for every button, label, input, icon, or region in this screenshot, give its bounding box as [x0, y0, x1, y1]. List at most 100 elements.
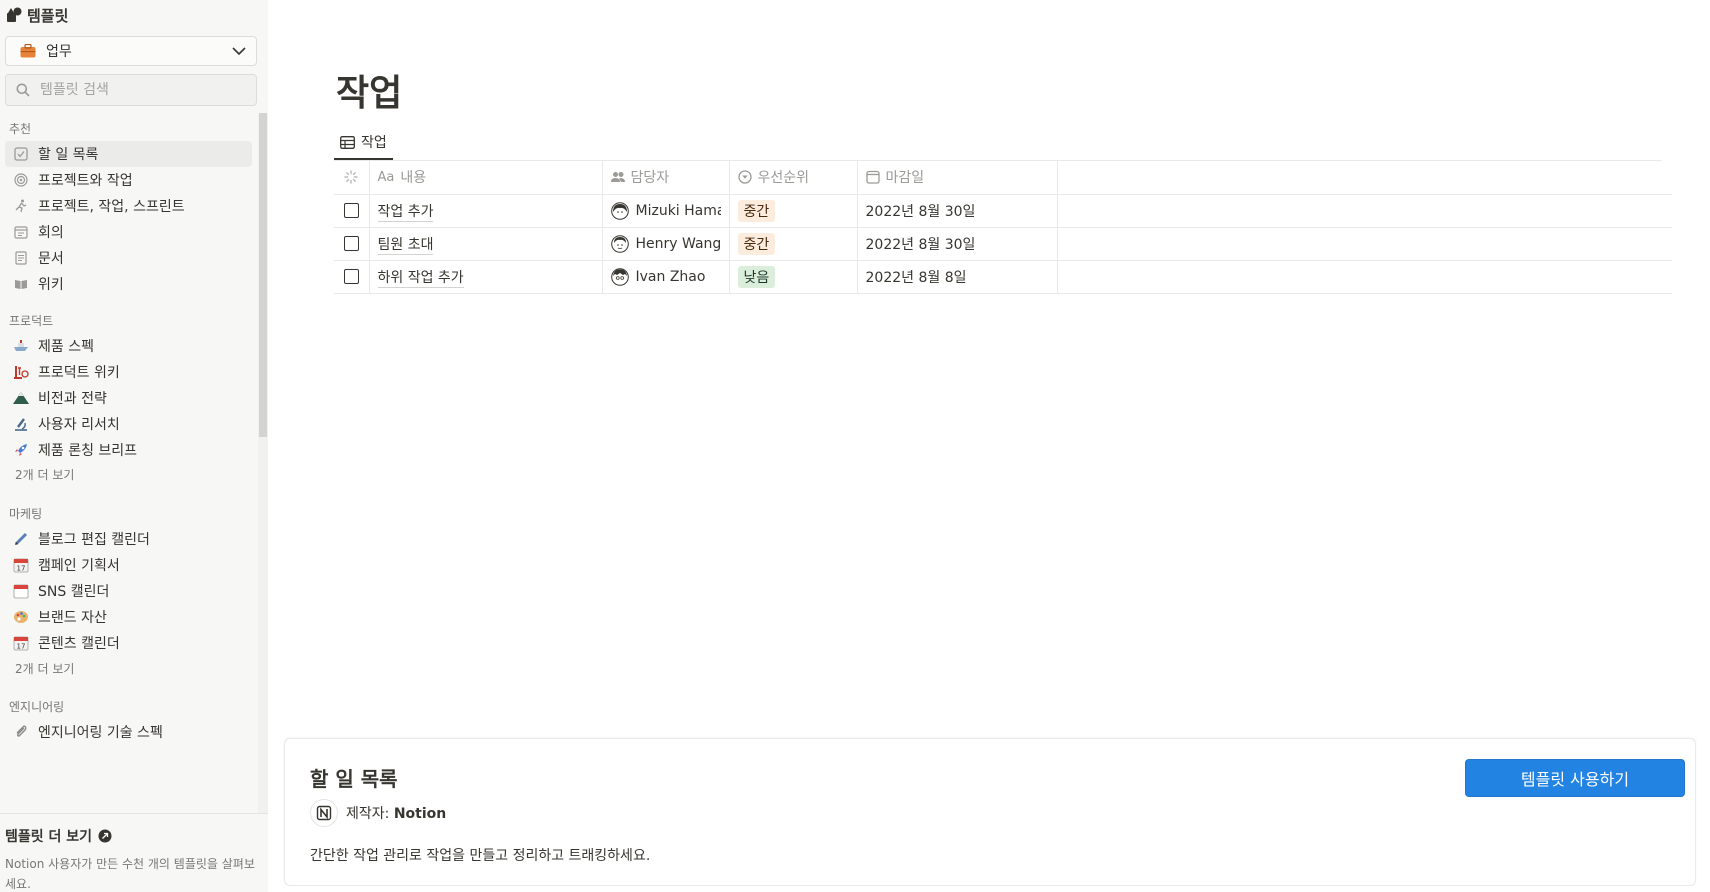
due-date-cell[interactable]: 2022년 8월 30일: [857, 194, 1058, 228]
author-prefix: 제작자:: [346, 806, 394, 822]
use-template-button[interactable]: 템플릿 사용하기: [1465, 759, 1685, 797]
sidebar-item-eng-spec[interactable]: 엔지니어링 기술 스펙: [5, 719, 252, 745]
ship-icon: [13, 338, 29, 354]
calendar-icon: 17: [13, 635, 29, 651]
header-label: 담당자: [630, 170, 670, 187]
due-date: 2022년 8월 8일: [865, 269, 967, 286]
tear-off-calendar-icon: [13, 583, 29, 599]
priority-cell[interactable]: 중간: [729, 227, 858, 261]
priority-cell[interactable]: 낮음: [729, 260, 858, 294]
sidebar-item-label: 프로젝트, 작업, 스프린트: [38, 199, 185, 215]
due-date-cell[interactable]: 2022년 8월 30일: [857, 227, 1058, 261]
sidebar-item-todo-list[interactable]: 할 일 목록: [5, 141, 252, 167]
sidebar-item-content-calendar[interactable]: 17 콘텐츠 캘린더: [5, 630, 252, 656]
header-label: 내용: [400, 170, 427, 187]
template-author: 제작자: Notion: [310, 799, 446, 827]
priority-tag: 낮음: [737, 265, 776, 288]
sidebar-item-brand-assets[interactable]: 브랜드 자산: [5, 604, 252, 630]
sidebar-item-label: 프로젝트와 작업: [38, 173, 133, 189]
row-checkbox-cell[interactable]: [334, 227, 370, 261]
assignee-name: Henry Wang: [635, 235, 721, 252]
document-icon: [13, 250, 29, 266]
sidebar-item-vision-strategy[interactable]: 비전과 전략: [5, 385, 252, 411]
header-name-column[interactable]: Aa 내용: [369, 161, 603, 195]
row-checkbox[interactable]: [343, 269, 359, 284]
microscope-icon: [13, 416, 29, 432]
arrow-up-right-circle-icon: [98, 829, 112, 843]
header-assignee-column[interactable]: 담당자: [602, 161, 730, 195]
templates-icon: [7, 7, 22, 22]
table-header-row: Aa 내용 담당자 우선순위 마감일: [334, 161, 1672, 195]
header-label: 마감일: [885, 170, 925, 187]
sidebar-item-user-research[interactable]: 사용자 리서치: [5, 411, 252, 437]
sidebar-item-product-spec[interactable]: 제품 스펙: [5, 333, 252, 359]
task-name-cell[interactable]: 하위 작업 추가: [369, 260, 603, 294]
sidebar-item-projects-sprints[interactable]: 프로젝트, 작업, 스프린트: [5, 193, 252, 219]
sidebar-scrollbar-thumb[interactable]: [259, 113, 267, 437]
sidebar-item-label: 사용자 리서치: [38, 417, 120, 433]
sidebar-item-label: 브랜드 자산: [38, 610, 107, 626]
table-row[interactable]: 팀원 초대 Henry Wang 중간 2022년 8월 30일: [334, 227, 1672, 261]
sidebar-item-label: 문서: [38, 251, 64, 267]
paperclip-icon: [13, 724, 29, 740]
more-templates-link[interactable]: 템플릿 더 보기: [5, 826, 112, 846]
template-search-box[interactable]: [5, 74, 257, 106]
row-checkbox[interactable]: [343, 236, 359, 251]
sidebar-item-meetings[interactable]: 회의: [5, 219, 252, 245]
header-status-column[interactable]: [334, 161, 370, 195]
sidebar-item-launch-brief[interactable]: 제품 론칭 브리프: [5, 437, 252, 463]
more-templates-description: Notion 사용자가 만든 수천 개의 템플릿을 살펴보세요.: [5, 857, 255, 891]
briefcase-icon: [20, 44, 36, 58]
tab-table-view[interactable]: 작업: [334, 126, 393, 160]
table-row[interactable]: 작업 추가 Mizuki Hama 중간 2022년 8월 30일: [334, 194, 1672, 228]
loading-icon: [344, 170, 358, 184]
more-templates-footer: 템플릿 더 보기 Notion 사용자가 만든 수천 개의 템플릿을 살펴보세요…: [0, 813, 268, 892]
template-preview-main: 작업 작업 Aa 내용 담당자 우선순위 마감일 작업 추가 Mizuki Ha…: [268, 0, 1710, 892]
row-checkbox-cell[interactable]: [334, 260, 370, 294]
category-dropdown[interactable]: 업무: [5, 36, 257, 66]
show-more-marketing-link[interactable]: 2개 더 보기: [15, 660, 74, 677]
header-due-column[interactable]: 마감일: [857, 161, 1058, 195]
task-name[interactable]: 하위 작업 추가: [377, 269, 464, 288]
sidebar-item-label: SNS 캘린더: [38, 584, 110, 600]
search-icon: [16, 83, 30, 97]
mountain-icon: [13, 390, 29, 406]
page-title: 작업: [336, 73, 403, 114]
chevron-down-icon: [232, 46, 246, 55]
header-priority-column[interactable]: 우선순위: [729, 161, 858, 195]
assignee-cell[interactable]: Mizuki Hama: [602, 194, 730, 228]
due-date-cell[interactable]: 2022년 8월 8일: [857, 260, 1058, 294]
sidebar-item-docs[interactable]: 문서: [5, 245, 252, 271]
sidebar-item-blog-calendar[interactable]: 블로그 편집 캘린더: [5, 526, 252, 552]
task-name-cell[interactable]: 팀원 초대: [369, 227, 603, 261]
sidebar-item-wiki[interactable]: 위키: [5, 271, 252, 297]
assignee-cell[interactable]: Henry Wang: [602, 227, 730, 261]
table-row[interactable]: 하위 작업 추가 Ivan Zhao 낮음 2022년 8월 8일: [334, 260, 1672, 294]
select-property-icon: [737, 170, 752, 184]
template-description: 간단한 작업 관리로 작업을 만들고 정리하고 트래킹하세요.: [310, 848, 651, 864]
header-empty-column: [1057, 161, 1672, 195]
assignee-cell[interactable]: Ivan Zhao: [602, 260, 730, 294]
priority-cell[interactable]: 중간: [729, 194, 858, 228]
row-checkbox-cell[interactable]: [334, 194, 370, 228]
priority-tag: 중간: [737, 199, 776, 222]
sidebar-item-projects-tasks[interactable]: 프로젝트와 작업: [5, 167, 252, 193]
row-checkbox[interactable]: [343, 203, 359, 218]
section-title-engineering: 엔지니어링: [9, 700, 65, 714]
sidebar-item-product-wiki[interactable]: 프로덕트 위키: [5, 359, 252, 385]
show-more-product-link[interactable]: 2개 더 보기: [15, 466, 74, 483]
svg-text:17: 17: [17, 643, 26, 651]
task-name[interactable]: 팀원 초대: [377, 236, 434, 255]
task-name[interactable]: 작업 추가: [377, 203, 434, 222]
sidebar-title: 템플릿: [27, 6, 69, 25]
sidebar-item-sns-calendar[interactable]: SNS 캘린더: [5, 578, 252, 604]
sidebar-item-campaign-plan[interactable]: 17 캠페인 기획서: [5, 552, 252, 578]
template-search-input[interactable]: [40, 82, 240, 98]
header-label: 우선순위: [757, 170, 810, 187]
svg-text:17: 17: [17, 565, 26, 573]
category-dropdown-value: 업무: [46, 44, 72, 60]
template-name: 할 일 목록: [310, 767, 398, 791]
task-name-cell[interactable]: 작업 추가: [369, 194, 603, 228]
sidebar-item-label: 회의: [38, 225, 64, 241]
avatar: [610, 201, 629, 220]
